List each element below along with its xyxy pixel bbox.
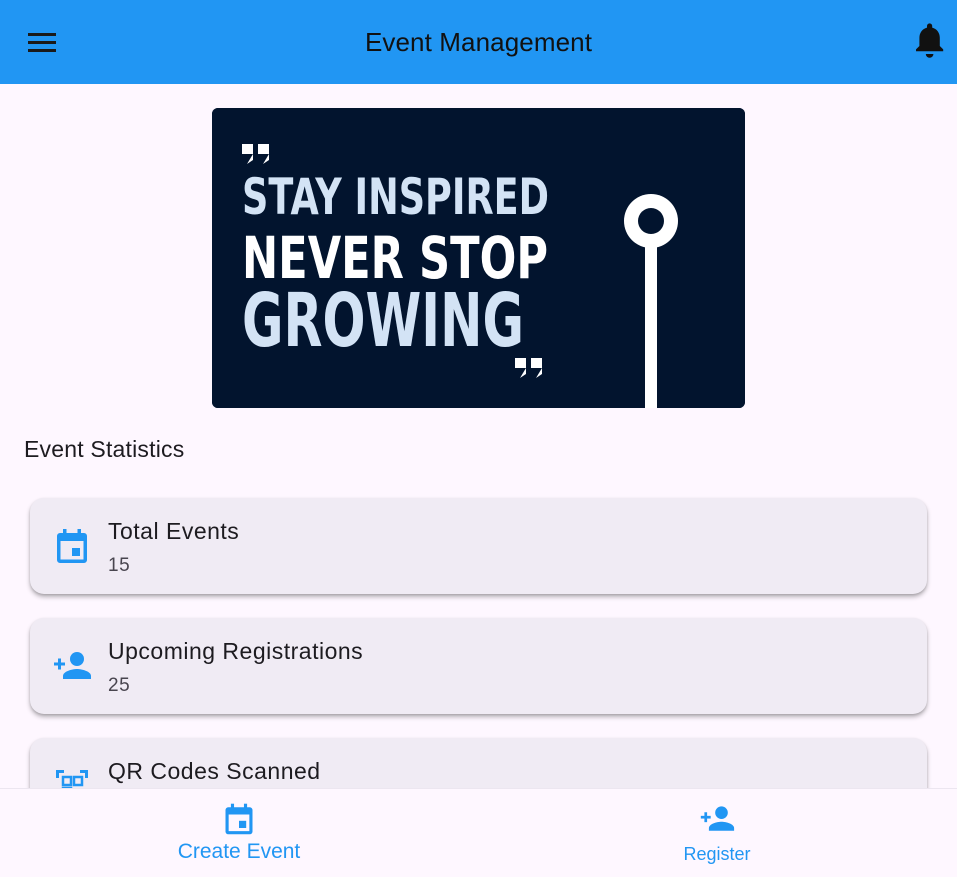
person-add-icon [700, 806, 735, 831]
bell-icon [916, 23, 944, 58]
stat-value: 25 [108, 675, 131, 696]
inspiration-banner: STAY INSPIRED NEVER STOP GROWING [212, 108, 745, 408]
nav-register[interactable]: Register [478, 789, 956, 877]
section-title: Event Statistics [24, 436, 185, 462]
stat-label: QR Codes Scanned [108, 758, 321, 784]
nav-label: Create Event [177, 840, 301, 863]
stat-card-total-events[interactable]: Total Events 15 [30, 498, 927, 594]
calendar-icon [57, 529, 87, 563]
stat-label: Total Events [108, 518, 240, 544]
person-add-icon [54, 652, 91, 679]
banner-line-3: GROWING [242, 278, 524, 364]
stat-card-upcoming-registrations[interactable]: Upcoming Registrations 25 [30, 618, 927, 714]
nav-label: Register [683, 844, 751, 864]
stat-label: Upcoming Registrations [108, 638, 364, 664]
menu-icon [28, 33, 56, 52]
bottom-navigation: Create Event Register [0, 788, 957, 876]
calendar-icon [225, 803, 253, 835]
nav-create-event[interactable]: Create Event [0, 789, 478, 877]
notifications-button[interactable] [906, 22, 950, 62]
app-bar: Event Management [0, 0, 957, 84]
page-title: Event Management [364, 26, 593, 57]
menu-button[interactable] [22, 26, 62, 58]
stat-value: 15 [108, 555, 131, 576]
banner-line-1: STAY INSPIRED [242, 168, 549, 226]
